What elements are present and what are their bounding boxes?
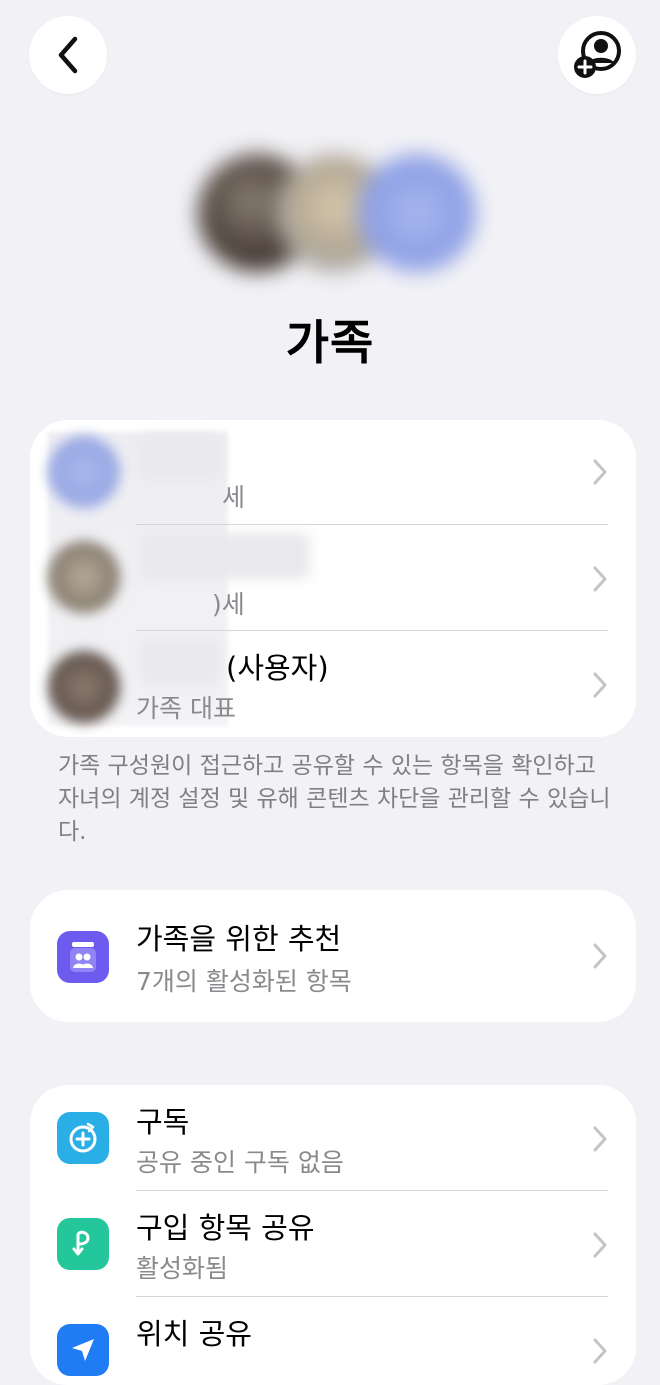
family-checklist-icon — [57, 931, 109, 983]
member-name: (사용자) — [226, 651, 329, 685]
chevron-right-icon — [593, 943, 607, 969]
redacted-name — [140, 434, 220, 480]
chevron-right-icon — [593, 1338, 607, 1364]
location-sharing-title: 위치 공유 — [136, 1317, 252, 1351]
page-title: 가족 — [285, 316, 375, 371]
purchase-sharing-row[interactable]: 구입 항목 공유 활성화됨 — [30, 1191, 636, 1296]
redacted-name — [140, 533, 310, 579]
member-age: )세 — [212, 590, 245, 619]
avatar — [48, 541, 120, 613]
avatar — [48, 651, 120, 723]
back-button[interactable] — [29, 16, 107, 94]
member-age: 세 — [222, 483, 246, 512]
member-row[interactable]: 세 — [30, 420, 636, 525]
purchase-sharing-icon — [57, 1218, 109, 1270]
family-avatars — [194, 144, 480, 286]
location-arrow-icon — [57, 1324, 109, 1376]
recommendations-card[interactable]: 가족을 위한 추천 7개의 활성화된 항목 — [30, 890, 636, 1022]
add-family-member-button[interactable] — [558, 16, 636, 94]
chevron-right-icon — [593, 672, 607, 698]
recommendations-title: 가족을 위한 추천 — [136, 922, 342, 956]
chevron-right-icon — [593, 459, 607, 485]
chevron-right-icon — [593, 566, 607, 592]
family-members-card: 세 )세 (사용자) 가족 대표 — [30, 420, 636, 737]
subscriptions-subtitle: 공유 중인 구독 없음 — [136, 1148, 344, 1177]
avatar — [358, 154, 476, 272]
person-add-icon — [574, 31, 621, 78]
subscriptions-row[interactable]: 구독 공유 중인 구독 없음 — [30, 1085, 636, 1190]
chevron-left-icon — [58, 36, 78, 74]
recommendations-row[interactable]: 가족을 위한 추천 7개의 활성화된 항목 — [30, 890, 636, 1022]
purchase-sharing-title: 구입 항목 공유 — [136, 1211, 315, 1245]
member-row[interactable]: )세 — [30, 525, 636, 630]
recommendations-subtitle: 7개의 활성화된 항목 — [136, 967, 352, 996]
redacted-name — [140, 639, 220, 685]
purchase-sharing-subtitle: 활성화됨 — [136, 1254, 229, 1283]
location-sharing-row[interactable]: 위치 공유 — [30, 1297, 636, 1385]
chevron-right-icon — [593, 1126, 607, 1152]
chevron-right-icon — [593, 1232, 607, 1258]
subscription-plus-icon — [57, 1112, 109, 1164]
member-role: 가족 대표 — [136, 694, 236, 723]
avatar — [48, 436, 120, 508]
member-row-self[interactable]: (사용자) 가족 대표 — [30, 631, 636, 737]
subscriptions-title: 구독 — [136, 1105, 190, 1139]
features-card: 구독 공유 중인 구독 없음 구입 항목 공유 활성화됨 위치 공유 — [30, 1085, 636, 1385]
members-description: 가족 구성원이 접근하고 공유할 수 있는 항목을 확인하고 자녀의 계정 설정… — [58, 753, 611, 845]
